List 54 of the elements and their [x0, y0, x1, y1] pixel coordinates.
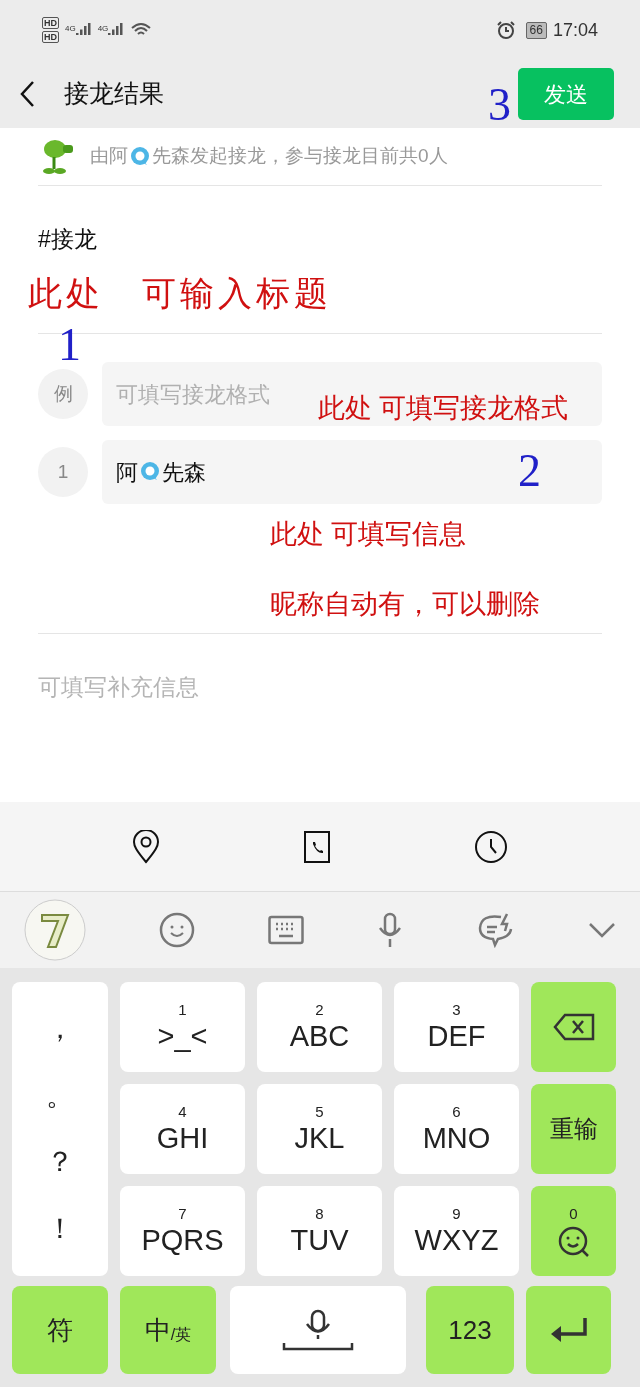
signal-icon — [75, 23, 92, 37]
letter-key[interactable]: 6 MNO — [394, 1084, 519, 1174]
emoji-key[interactable]: 0 — [531, 1186, 616, 1276]
entry-number: 例 — [38, 369, 88, 419]
punctuation-key[interactable]: ！ — [46, 1207, 74, 1250]
phone-card-icon[interactable] — [303, 829, 331, 864]
letter-key[interactable]: 1 >_< — [120, 982, 245, 1072]
punctuation-key[interactable]: ？ — [46, 1141, 74, 1184]
annotation-text: 2 — [518, 444, 541, 498]
status-time: 17:04 — [552, 18, 598, 42]
sim-label: HD — [42, 31, 59, 43]
voice-space-icon — [282, 1309, 354, 1351]
annotation-text: 3 — [488, 78, 511, 132]
letter-key[interactable]: 2 ABC — [257, 982, 382, 1072]
letter-key[interactable]: 9 WXYZ — [394, 1186, 519, 1276]
enter-key[interactable] — [526, 1286, 611, 1374]
location-pin-icon[interactable] — [131, 829, 160, 864]
letter-key[interactable]: 5 JKL — [257, 1084, 382, 1174]
network-label: 4G — [65, 23, 76, 35]
annotation-text: 昵称自动有，可以删除 — [270, 588, 540, 621]
annotation-text: 此处 可填写接龙格式 — [318, 392, 568, 425]
language-key[interactable]: 中/英 — [120, 1286, 216, 1374]
initiator-text-end: 先森发起接龙，参与接龙目前共0人 — [152, 144, 448, 169]
letter-key[interactable]: 7 PQRS — [120, 1186, 245, 1276]
page-title: 接龙结果 — [64, 78, 164, 110]
initiator-text-start: 由阿 — [90, 144, 128, 169]
keyboard-icon[interactable] — [267, 915, 304, 945]
entry-number: 1 — [38, 447, 88, 497]
seven-logo-icon[interactable] — [24, 899, 86, 961]
collapse-icon[interactable] — [588, 922, 616, 938]
network-label: 4G — [97, 23, 109, 35]
annotation-text: 此处 可填写信息 — [270, 518, 466, 551]
backspace-icon — [552, 1013, 595, 1041]
reset-key[interactable]: 重输 — [531, 1084, 616, 1174]
sim-label: HD — [42, 17, 59, 29]
q-icon — [139, 461, 161, 483]
symbol-key[interactable]: 符 — [12, 1286, 108, 1374]
annotation-text: 此处 可输入标题 — [28, 274, 332, 314]
letter-key[interactable]: 8 TUV — [257, 1186, 382, 1276]
backspace-key[interactable] — [531, 982, 616, 1072]
letter-key[interactable]: 3 DEF — [394, 982, 519, 1072]
signal-icon — [108, 23, 125, 37]
q-icon — [129, 145, 151, 168]
punctuation-key[interactable]: 。 — [46, 1074, 74, 1117]
battery-indicator: 66 — [525, 21, 547, 39]
smiley-icon[interactable] — [158, 912, 195, 948]
number-key[interactable]: 123 — [426, 1286, 514, 1374]
space-key[interactable] — [230, 1286, 406, 1374]
letter-key[interactable]: 4 GHI — [120, 1084, 245, 1174]
annotation-text: 1 — [58, 318, 81, 372]
topic-text[interactable]: #接龙 — [38, 226, 97, 252]
punctuation-key[interactable]: ， — [46, 1008, 74, 1051]
alarm-icon — [495, 20, 516, 40]
clock-icon[interactable] — [474, 829, 509, 864]
